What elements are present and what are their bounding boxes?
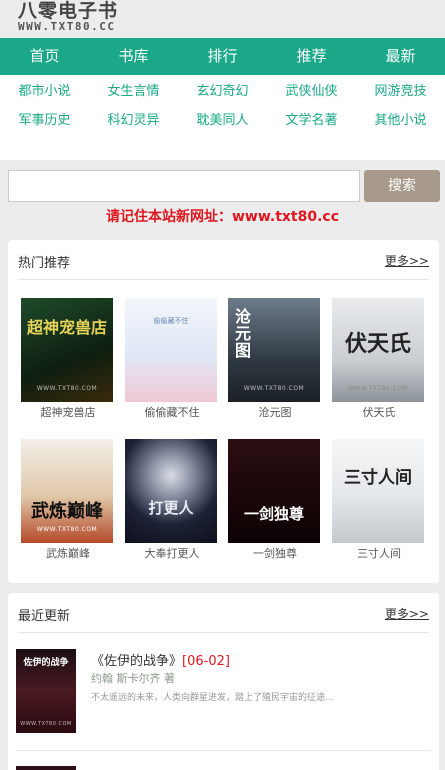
update-date: [06-02] [182,654,230,669]
book-cover[interactable]: 一剑独尊 [228,439,320,543]
book-card[interactable]: 伏天氏 WWW.TXT80.COM 伏天氏 [332,298,426,420]
book-title[interactable]: 武炼巅峰 [21,545,115,561]
book-cover[interactable]: 打更人 [125,439,217,543]
item-divider [16,750,431,751]
cover-title: 打更人 [148,499,194,517]
book-card[interactable]: 沧元图 WWW.TXT80.COM 沧元图 [228,298,322,420]
panel-title: 热门推荐 [18,256,71,271]
search-button[interactable]: 搜索 [364,170,440,202]
book-title[interactable]: 沧元图 [228,404,322,420]
book-card[interactable]: 武炼巅峰 WWW.TXT80.COM 武炼巅峰 [21,439,115,561]
cover-watermark: WWW.TXT80.COM [243,385,305,392]
logo-english-text: WWW.TXT80.CC [18,20,116,33]
category-nav: 都市小说 女生言情 玄幻奇幻 武侠仙侠 网游竞技 军事历史 科幻灵异 耽美同人 … [0,75,445,160]
category-military[interactable]: 军事历史 [0,106,89,135]
book-cover[interactable]: 沧元图 WWW.TXT80.COM [228,298,320,402]
nav-latest[interactable]: 最新 [356,38,445,75]
cover-watermark: WWW.TXT80.COM [36,385,98,392]
book-cover[interactable]: 武炼巅峰 WWW.TXT80.COM [21,439,113,543]
main-nav: 首页 书库 排行 推荐 最新 [0,38,445,75]
cover-title: 一剑独尊 [243,505,304,523]
category-row: 军事历史 科幻灵异 耽美同人 文学名著 其他小说 [0,106,445,135]
book-title[interactable]: 一剑独尊 [228,545,322,561]
cover-title: 武炼巅峰 [31,501,103,522]
recent-updates-panel: 最近更新 更多>> 佐伊的战争 WWW.TXT80.COM 《佐伊的战争》[06… [8,593,439,770]
category-romance[interactable]: 女生言情 [89,77,178,106]
nav-home[interactable]: 首页 [0,38,89,75]
cover-title: 伏天氏 [344,331,411,357]
update-description: 不太遥远的未来，人类向群星进发，踏上了殖民宇宙的征途... [91,693,334,703]
book-card[interactable]: 一剑独尊 一剑独尊 [228,439,322,561]
nav-library[interactable]: 书库 [89,38,178,75]
site-logo[interactable]: 八零电子书 WWW.TXT80.CC [18,0,133,36]
book-card[interactable]: 打更人 大奉打更人 [125,439,219,561]
book-cover[interactable]: 超神宠兽店 WWW.TXT80.COM [21,298,113,402]
nav-recommend[interactable]: 推荐 [267,38,356,75]
update-book-title[interactable]: 《佐伊的战争》[06-02] [91,650,230,669]
hot-recommend-panel: 热门推荐 更多>> 超神宠兽店 WWW.TXT80.COM 超神宠兽店 偷偷藏不… [8,240,439,583]
category-scifi[interactable]: 科幻灵异 [89,106,178,135]
book-title[interactable]: 三寸人间 [332,545,426,561]
category-classics[interactable]: 文学名著 [267,106,356,135]
update-author: 约翰 斯卡尔齐 著 [91,672,175,685]
book-cover[interactable] [16,766,76,770]
cover-title: 沧元图 [234,307,251,360]
category-wuxia[interactable]: 武侠仙侠 [267,77,356,106]
book-cover[interactable]: 佐伊的战争 WWW.TXT80.COM [16,649,76,733]
cover-title: 佐伊的战争 [23,658,69,668]
update-title-text[interactable]: 《佐伊的战争》 [91,654,182,669]
panel-title: 最近更新 [18,609,71,624]
book-title[interactable]: 伏天氏 [332,404,426,420]
book-title[interactable]: 偷偷藏不住 [125,404,219,420]
book-title[interactable]: 超神宠兽店 [21,404,115,420]
header: 八零电子书 WWW.TXT80.CC [0,0,445,38]
cover-title: 偷偷藏不住 [153,317,189,325]
category-game[interactable]: 网游竞技 [356,77,445,106]
search-input[interactable] [8,170,360,202]
update-list-item[interactable]: 佐伊的战争 WWW.TXT80.COM 《佐伊的战争》[06-02] 约翰 斯卡… [16,643,431,751]
book-cover[interactable]: 伏天氏 WWW.TXT80.COM [332,298,424,402]
category-fantasy[interactable]: 玄幻奇幻 [178,77,267,106]
nav-ranking[interactable]: 排行 [178,38,267,75]
book-cover[interactable]: 偷偷藏不住 [125,298,217,402]
cover-title: 三寸人间 [344,468,412,488]
book-cover[interactable]: 三寸人间 [332,439,424,543]
cover-title: 超神宠兽店 [26,318,107,337]
book-card[interactable]: 三寸人间 三寸人间 [332,439,426,561]
book-card[interactable]: 偷偷藏不住 偷偷藏不住 [125,298,219,420]
panel-header: 热门推荐 更多>> [18,240,429,280]
panel-header: 最近更新 更多>> [18,593,429,633]
cover-watermark: WWW.TXT80.COM [36,526,98,533]
category-urban[interactable]: 都市小说 [0,77,89,106]
cover-watermark: WWW.TXT80.COM [20,721,72,727]
category-other[interactable]: 其他小说 [356,106,445,135]
logo-chinese-text: 八零电子书 [18,0,119,22]
category-fanfic[interactable]: 耽美同人 [178,106,267,135]
more-link[interactable]: 更多>> [385,605,429,622]
book-card[interactable]: 超神宠兽店 WWW.TXT80.COM 超神宠兽店 [21,298,115,420]
cover-watermark: WWW.TXT80.COM [347,385,409,392]
more-link[interactable]: 更多>> [385,252,429,269]
new-url-notice: 请记住本站新网址：www.txt80.cc [105,209,340,225]
category-row: 都市小说 女生言情 玄幻奇幻 武侠仙侠 网游竞技 [0,77,445,106]
search-bar: 搜索 [8,170,440,202]
book-title[interactable]: 大奉打更人 [125,545,219,561]
